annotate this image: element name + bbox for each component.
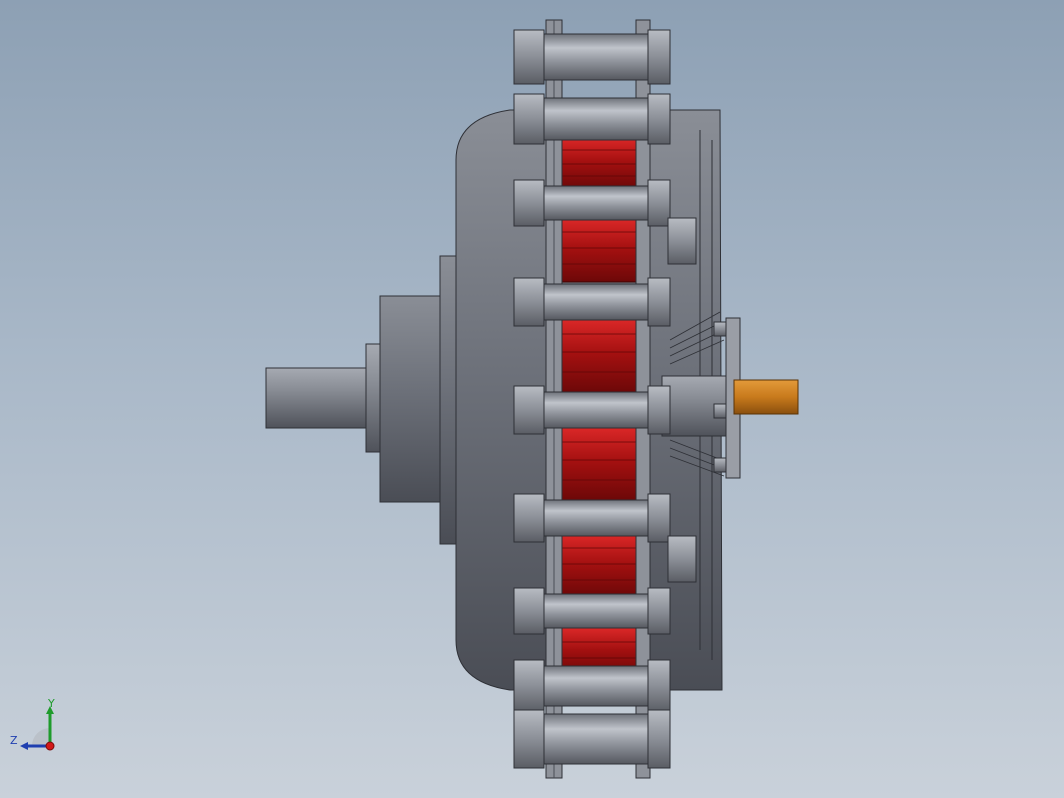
tie-rod[interactable] [513,93,671,145]
z-axis-label: Z [10,734,18,747]
triad-axes-icon [20,706,55,751]
tie-rod[interactable] [513,179,671,227]
tie-rod[interactable] [513,277,671,327]
tie-rod[interactable] [513,29,671,85]
y-axis-label: Y [48,697,55,710]
bearing-hub[interactable] [379,255,461,545]
mount-bolt[interactable] [667,535,697,583]
tie-rod[interactable] [513,709,671,769]
cad-viewport[interactable] [0,0,1064,798]
mount-bolt[interactable] [667,217,697,265]
tie-rod[interactable] [513,659,671,713]
tie-rod[interactable] [513,587,671,635]
orientation-triad[interactable]: Y Z [10,698,70,758]
output-shaft[interactable] [265,343,385,453]
tie-rod[interactable] [513,385,671,435]
tie-rod[interactable] [513,493,671,543]
